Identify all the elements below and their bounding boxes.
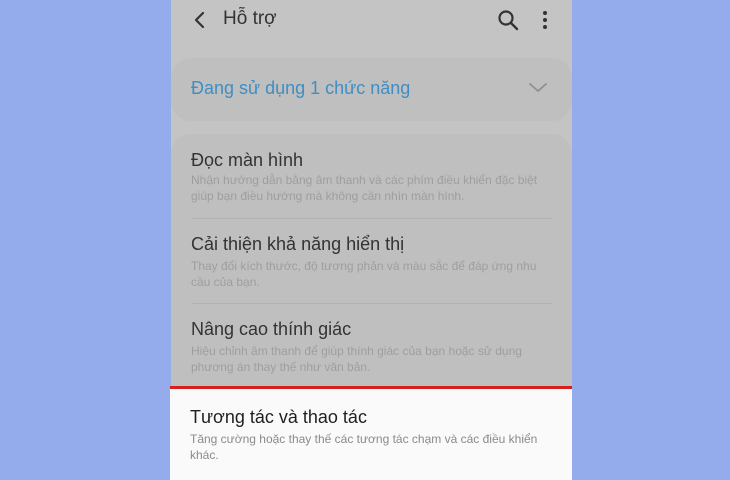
item-description: Hiệu chỉnh âm thanh để giúp thính giác c… xyxy=(191,344,522,374)
active-functions-row[interactable]: Đang sử dụng 1 chức năng xyxy=(171,58,572,121)
item-title: Đọc màn hình xyxy=(191,150,304,170)
top-app-bar: Hỗ trợ xyxy=(171,0,572,44)
item-title: Cải thiện khả năng hiển thị xyxy=(191,234,405,254)
item-description: Thay đổi kích thước, độ tương phản và mà… xyxy=(191,259,537,289)
item-description: Tăng cường hoặc thay thế các tương tác c… xyxy=(190,432,538,462)
search-icon[interactable] xyxy=(496,8,520,32)
item-title: Tương tác và thao tác xyxy=(190,407,367,427)
chevron-down-icon[interactable] xyxy=(526,78,550,98)
back-arrow-icon[interactable] xyxy=(188,8,212,32)
list-item-interaction-dexterity[interactable]: Tương tác và thao tác Tăng cường hoặc th… xyxy=(170,386,572,480)
item-description: Nhận hướng dẫn bằng âm thanh và các phím… xyxy=(191,173,538,203)
list-item-hearing[interactable]: Nâng cao thính giác Hiệu chỉnh âm thanh … xyxy=(171,304,572,386)
list-item-screen-reader[interactable]: Đọc màn hình Nhận hướng dẫn bằng âm than… xyxy=(171,134,572,218)
item-title: Nâng cao thính giác xyxy=(191,319,352,339)
page-title: Hỗ trợ xyxy=(223,8,277,29)
list-item-visibility[interactable]: Cải thiện khả năng hiển thị Thay đổi kíc… xyxy=(171,219,572,303)
active-functions-label: Đang sử dụng 1 chức năng xyxy=(191,78,411,98)
more-vertical-icon[interactable] xyxy=(535,8,555,32)
